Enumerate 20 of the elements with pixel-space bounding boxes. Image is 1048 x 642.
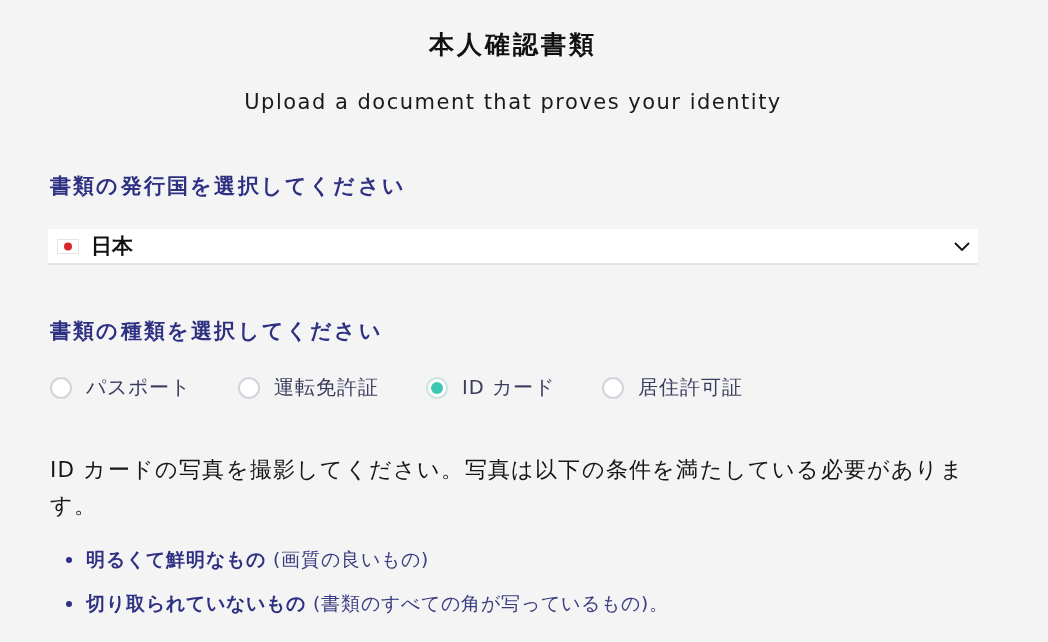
radio-button[interactable] bbox=[426, 377, 448, 399]
bullet-icon bbox=[66, 601, 72, 607]
radio-button[interactable] bbox=[601, 377, 624, 399]
requirement-text: 切り取られていないもの (書類のすべての角が写っているもの)。 bbox=[86, 592, 670, 616]
field-label: 書類の種類を選択してください bbox=[50, 318, 383, 345]
radio-label[interactable]: パスポート bbox=[86, 376, 191, 400]
radio-label[interactable]: ID カード bbox=[462, 376, 555, 400]
requirement-text: 明るくて鮮明なもの (画質の良いもの) bbox=[86, 548, 430, 572]
page-subtitle: Upload a document that proves your identity bbox=[244, 89, 782, 115]
radio-label[interactable]: 居住許可証 bbox=[637, 376, 743, 400]
country-select[interactable]: 日本 bbox=[48, 229, 978, 265]
page-title: 本人確認書類 bbox=[429, 30, 597, 60]
bullet-icon bbox=[66, 557, 72, 563]
flag-icon bbox=[57, 238, 79, 254]
radio-button[interactable] bbox=[238, 377, 260, 399]
field-label: 書類の発行国を選択してください bbox=[50, 173, 406, 200]
radio-button[interactable] bbox=[50, 377, 72, 399]
instruction-text: ID カードの写真を撮影してください。写真は以下の条件を満たしている必要があります。 bbox=[50, 456, 965, 520]
radio-label[interactable]: 運転免許証 bbox=[274, 376, 379, 400]
chevron-down-icon bbox=[954, 241, 970, 251]
